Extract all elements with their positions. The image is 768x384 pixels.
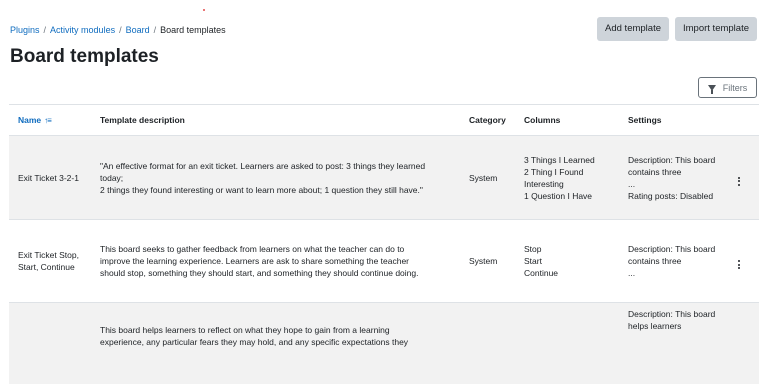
filter-icon xyxy=(708,85,716,91)
breadcrumb-activity-modules[interactable]: Activity modules xyxy=(50,25,115,35)
header-actions: Add template Import template xyxy=(597,17,757,41)
template-columns: Stop Start Continue xyxy=(515,220,619,303)
template-category: System xyxy=(460,220,515,303)
filters-label: Filters xyxy=(723,83,748,93)
breadcrumb-plugins[interactable]: Plugins xyxy=(10,25,40,35)
row-actions xyxy=(729,303,759,384)
columns-column-header: Columns xyxy=(515,105,619,136)
template-columns xyxy=(515,303,619,384)
more-actions-icon[interactable] xyxy=(738,177,740,186)
table-row: This board helps learners to reflect on … xyxy=(9,303,759,384)
template-settings: Description: This board contains three .… xyxy=(619,136,729,220)
breadcrumb-board[interactable]: Board xyxy=(126,25,150,35)
add-template-button[interactable]: Add template xyxy=(597,17,669,41)
template-settings: Description: This board helps learners xyxy=(619,303,729,384)
breadcrumb-separator: / xyxy=(150,25,161,35)
template-name: Exit Ticket Stop, Start, Continue xyxy=(9,220,91,303)
breadcrumb-current: Board templates xyxy=(160,25,226,35)
table-row: Exit Ticket Stop, Start, Continue This b… xyxy=(9,220,759,303)
breadcrumb: Plugins/Activity modules/Board/Board tem… xyxy=(10,24,226,36)
more-actions-icon[interactable] xyxy=(738,260,740,269)
templates-table: Name↑≡ Template description Category Col… xyxy=(9,104,759,384)
name-column-header[interactable]: Name↑≡ xyxy=(9,105,91,136)
red-marker xyxy=(203,9,205,11)
row-actions xyxy=(729,220,759,303)
sort-ascending-icon: ↑≡ xyxy=(44,115,51,127)
template-description: This board seeks to gather feedback from… xyxy=(91,220,460,303)
table-row: Exit Ticket 3-2-1 "An effective format f… xyxy=(9,136,759,220)
category-column-header: Category xyxy=(460,105,515,136)
template-description: This board helps learners to reflect on … xyxy=(91,303,460,384)
template-category xyxy=(460,303,515,384)
breadcrumb-separator: / xyxy=(115,25,126,35)
template-description: "An effective format for an exit ticket.… xyxy=(91,136,460,220)
name-header-label: Name xyxy=(18,115,41,125)
import-template-button[interactable]: Import template xyxy=(675,17,757,41)
page-title: Board templates xyxy=(10,44,159,70)
filters-button[interactable]: Filters xyxy=(698,77,757,98)
table-header-row: Name↑≡ Template description Category Col… xyxy=(9,105,759,136)
settings-column-header: Settings xyxy=(619,105,729,136)
template-settings: Description: This board contains three .… xyxy=(619,220,729,303)
row-actions xyxy=(729,136,759,220)
breadcrumb-separator: / xyxy=(40,25,51,35)
actions-column-header xyxy=(729,105,759,136)
description-column-header: Template description xyxy=(91,105,460,136)
template-name: Exit Ticket 3-2-1 xyxy=(9,136,91,220)
template-columns: 3 Things I Learned 2 Thing I Found Inter… xyxy=(515,136,619,220)
template-category: System xyxy=(460,136,515,220)
template-name xyxy=(9,303,91,384)
